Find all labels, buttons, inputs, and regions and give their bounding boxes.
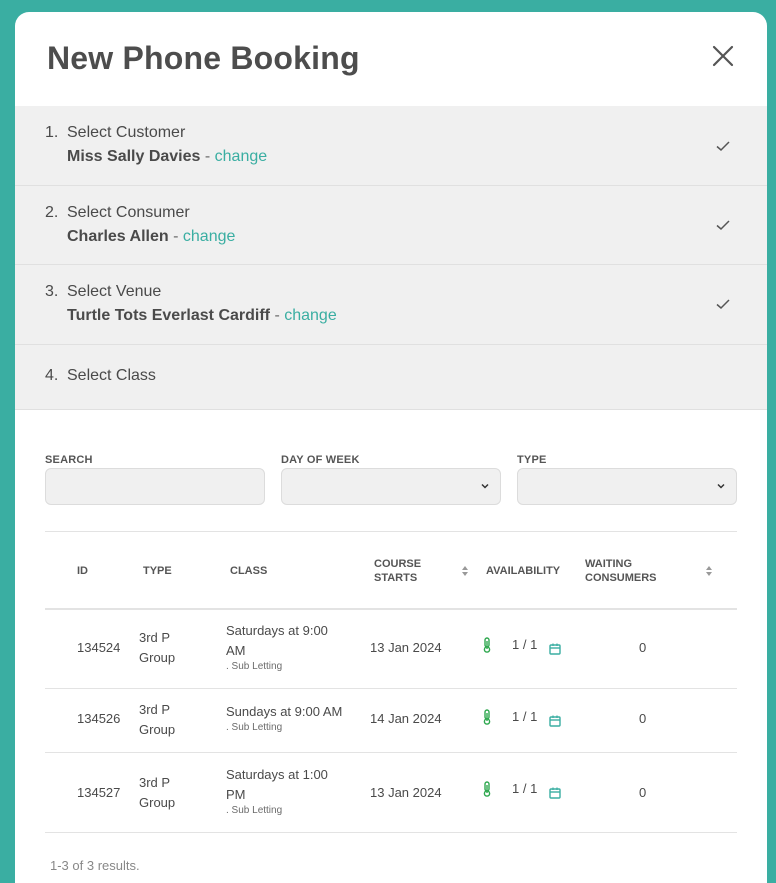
header-waiting-line2: CONSUMERS (585, 572, 657, 584)
step-title: Select Customer (67, 124, 186, 141)
step-select-venue: 3. Select Venue Turtle Tots Everlast Car… (15, 265, 767, 345)
calendar-icon[interactable] (549, 715, 561, 727)
header-course-starts-line1: COURSE (374, 558, 422, 570)
header-course-starts[interactable]: COURSE STARTS (374, 557, 421, 585)
change-consumer-link[interactable]: change (183, 228, 236, 245)
type-select[interactable] (517, 468, 737, 505)
cell-id: 134526 (77, 711, 121, 726)
cell-class-line2: PM (226, 787, 246, 802)
cell-availability: 1 / 1 (512, 781, 538, 796)
cell-class-line1: Saturdays at 9:00 (226, 623, 328, 638)
table-header: ID TYPE CLASS COURSE STARTS AVAILABILITY… (45, 531, 737, 610)
step-title: Select Consumer (67, 204, 190, 221)
step-number: 3. (45, 283, 59, 300)
step-select-customer: 1. Select Customer Miss Sally Davies - c… (15, 106, 767, 186)
modal-header: New Phone Booking (15, 12, 767, 106)
cell-class-sub: . Sub Letting (226, 722, 283, 733)
sort-icon[interactable] (461, 565, 469, 577)
chevron-down-icon (481, 483, 489, 489)
consumer-name: Charles Allen (67, 228, 169, 245)
filter-bar: SEARCH DAY OF WEEK TYPE (15, 410, 767, 530)
cell-type: 3rd P Group (139, 700, 175, 740)
cell-type: 3rd P Group (139, 773, 175, 813)
cell-waiting: 0 (639, 640, 647, 655)
change-customer-link[interactable]: change (215, 148, 268, 165)
step-detail: Miss Sally Davies - change (67, 148, 267, 166)
header-id: ID (77, 565, 88, 577)
header-course-starts-line2: STARTS (374, 572, 418, 584)
step-title: Select Class (67, 367, 156, 384)
search-label: SEARCH (45, 454, 93, 466)
step-detail: Charles Allen - change (67, 228, 235, 246)
thermometer-icon (483, 709, 491, 725)
thermometer-icon (483, 637, 491, 653)
sort-icon[interactable] (705, 565, 713, 577)
cell-type: 3rd P Group (139, 628, 175, 668)
modal-title: New Phone Booking (47, 40, 360, 76)
cell-course-starts: 13 Jan 2024 (370, 640, 442, 655)
cell-class-line1: Sundays at 9:00 AM (226, 704, 343, 719)
check-icon (716, 299, 730, 310)
cell-availability: 1 / 1 (512, 709, 538, 724)
header-type: TYPE (143, 565, 172, 577)
separator: - (270, 307, 285, 324)
step-title: Select Venue (67, 283, 162, 300)
cell-class-line2: AM (226, 643, 246, 658)
header-availability: AVAILABILITY (486, 565, 561, 577)
header-waiting-line1: WAITING (585, 558, 633, 570)
customer-name: Miss Sally Davies (67, 148, 201, 165)
chevron-down-icon (717, 483, 725, 489)
search-input[interactable] (45, 468, 265, 505)
type-label: TYPE (517, 454, 547, 466)
thermometer-icon (483, 781, 491, 797)
close-icon[interactable] (711, 44, 735, 68)
table-row[interactable]: 134527 3rd P Group Saturdays at 1:00 PM … (45, 753, 737, 833)
cell-class-line1: Saturdays at 1:00 (226, 767, 328, 782)
cell-availability: 1 / 1 (512, 637, 538, 652)
calendar-icon[interactable] (549, 787, 561, 799)
cell-type-line1: 3rd P (139, 775, 171, 790)
cell-type-line1: 3rd P (139, 630, 171, 645)
table-row[interactable]: 134524 3rd P Group Saturdays at 9:00 AM … (45, 610, 737, 689)
cell-class-sub: . Sub Letting (226, 661, 283, 672)
cell-class: Sundays at 9:00 AM . Sub Letting (226, 702, 342, 734)
cell-course-starts: 13 Jan 2024 (370, 785, 442, 800)
cell-type-line1: 3rd P (139, 702, 171, 717)
step-number: 4. (45, 367, 59, 384)
header-class: CLASS (230, 565, 268, 577)
cell-waiting: 0 (639, 785, 647, 800)
cell-type-line2: Group (139, 795, 176, 810)
results-count: 1-3 of 3 results. (50, 858, 140, 873)
check-icon (716, 141, 730, 152)
cell-type-line2: Group (139, 650, 176, 665)
venue-name: Turtle Tots Everlast Cardiff (67, 307, 270, 324)
step-select-consumer: 2. Select Consumer Charles Allen - chang… (15, 186, 767, 265)
cell-type-line2: Group (139, 722, 176, 737)
cell-course-starts: 14 Jan 2024 (370, 711, 442, 726)
header-waiting-consumers[interactable]: WAITING CONSUMERS (585, 557, 657, 585)
separator: - (168, 228, 183, 245)
calendar-icon[interactable] (549, 643, 561, 655)
cell-waiting: 0 (639, 711, 647, 726)
cell-class: Saturdays at 1:00 PM . Sub Letting (226, 765, 328, 817)
step-number: 2. (45, 204, 59, 221)
separator: - (200, 148, 215, 165)
check-icon (716, 220, 730, 231)
step-detail: Turtle Tots Everlast Cardiff - change (67, 307, 337, 325)
cell-class: Saturdays at 9:00 AM . Sub Letting (226, 621, 328, 673)
day-of-week-select[interactable] (281, 468, 501, 505)
change-venue-link[interactable]: change (284, 307, 337, 324)
close-button[interactable] (711, 44, 735, 68)
step-select-class: 4. Select Class (15, 345, 767, 410)
cell-id: 134524 (77, 640, 121, 655)
cell-class-sub: . Sub Letting (226, 805, 283, 816)
cell-id: 134527 (77, 785, 121, 800)
table-row[interactable]: 134526 3rd P Group Sundays at 9:00 AM . … (45, 689, 737, 753)
step-number: 1. (45, 124, 59, 141)
day-of-week-label: DAY OF WEEK (281, 454, 360, 466)
classes-table: ID TYPE CLASS COURSE STARTS AVAILABILITY… (45, 531, 737, 833)
